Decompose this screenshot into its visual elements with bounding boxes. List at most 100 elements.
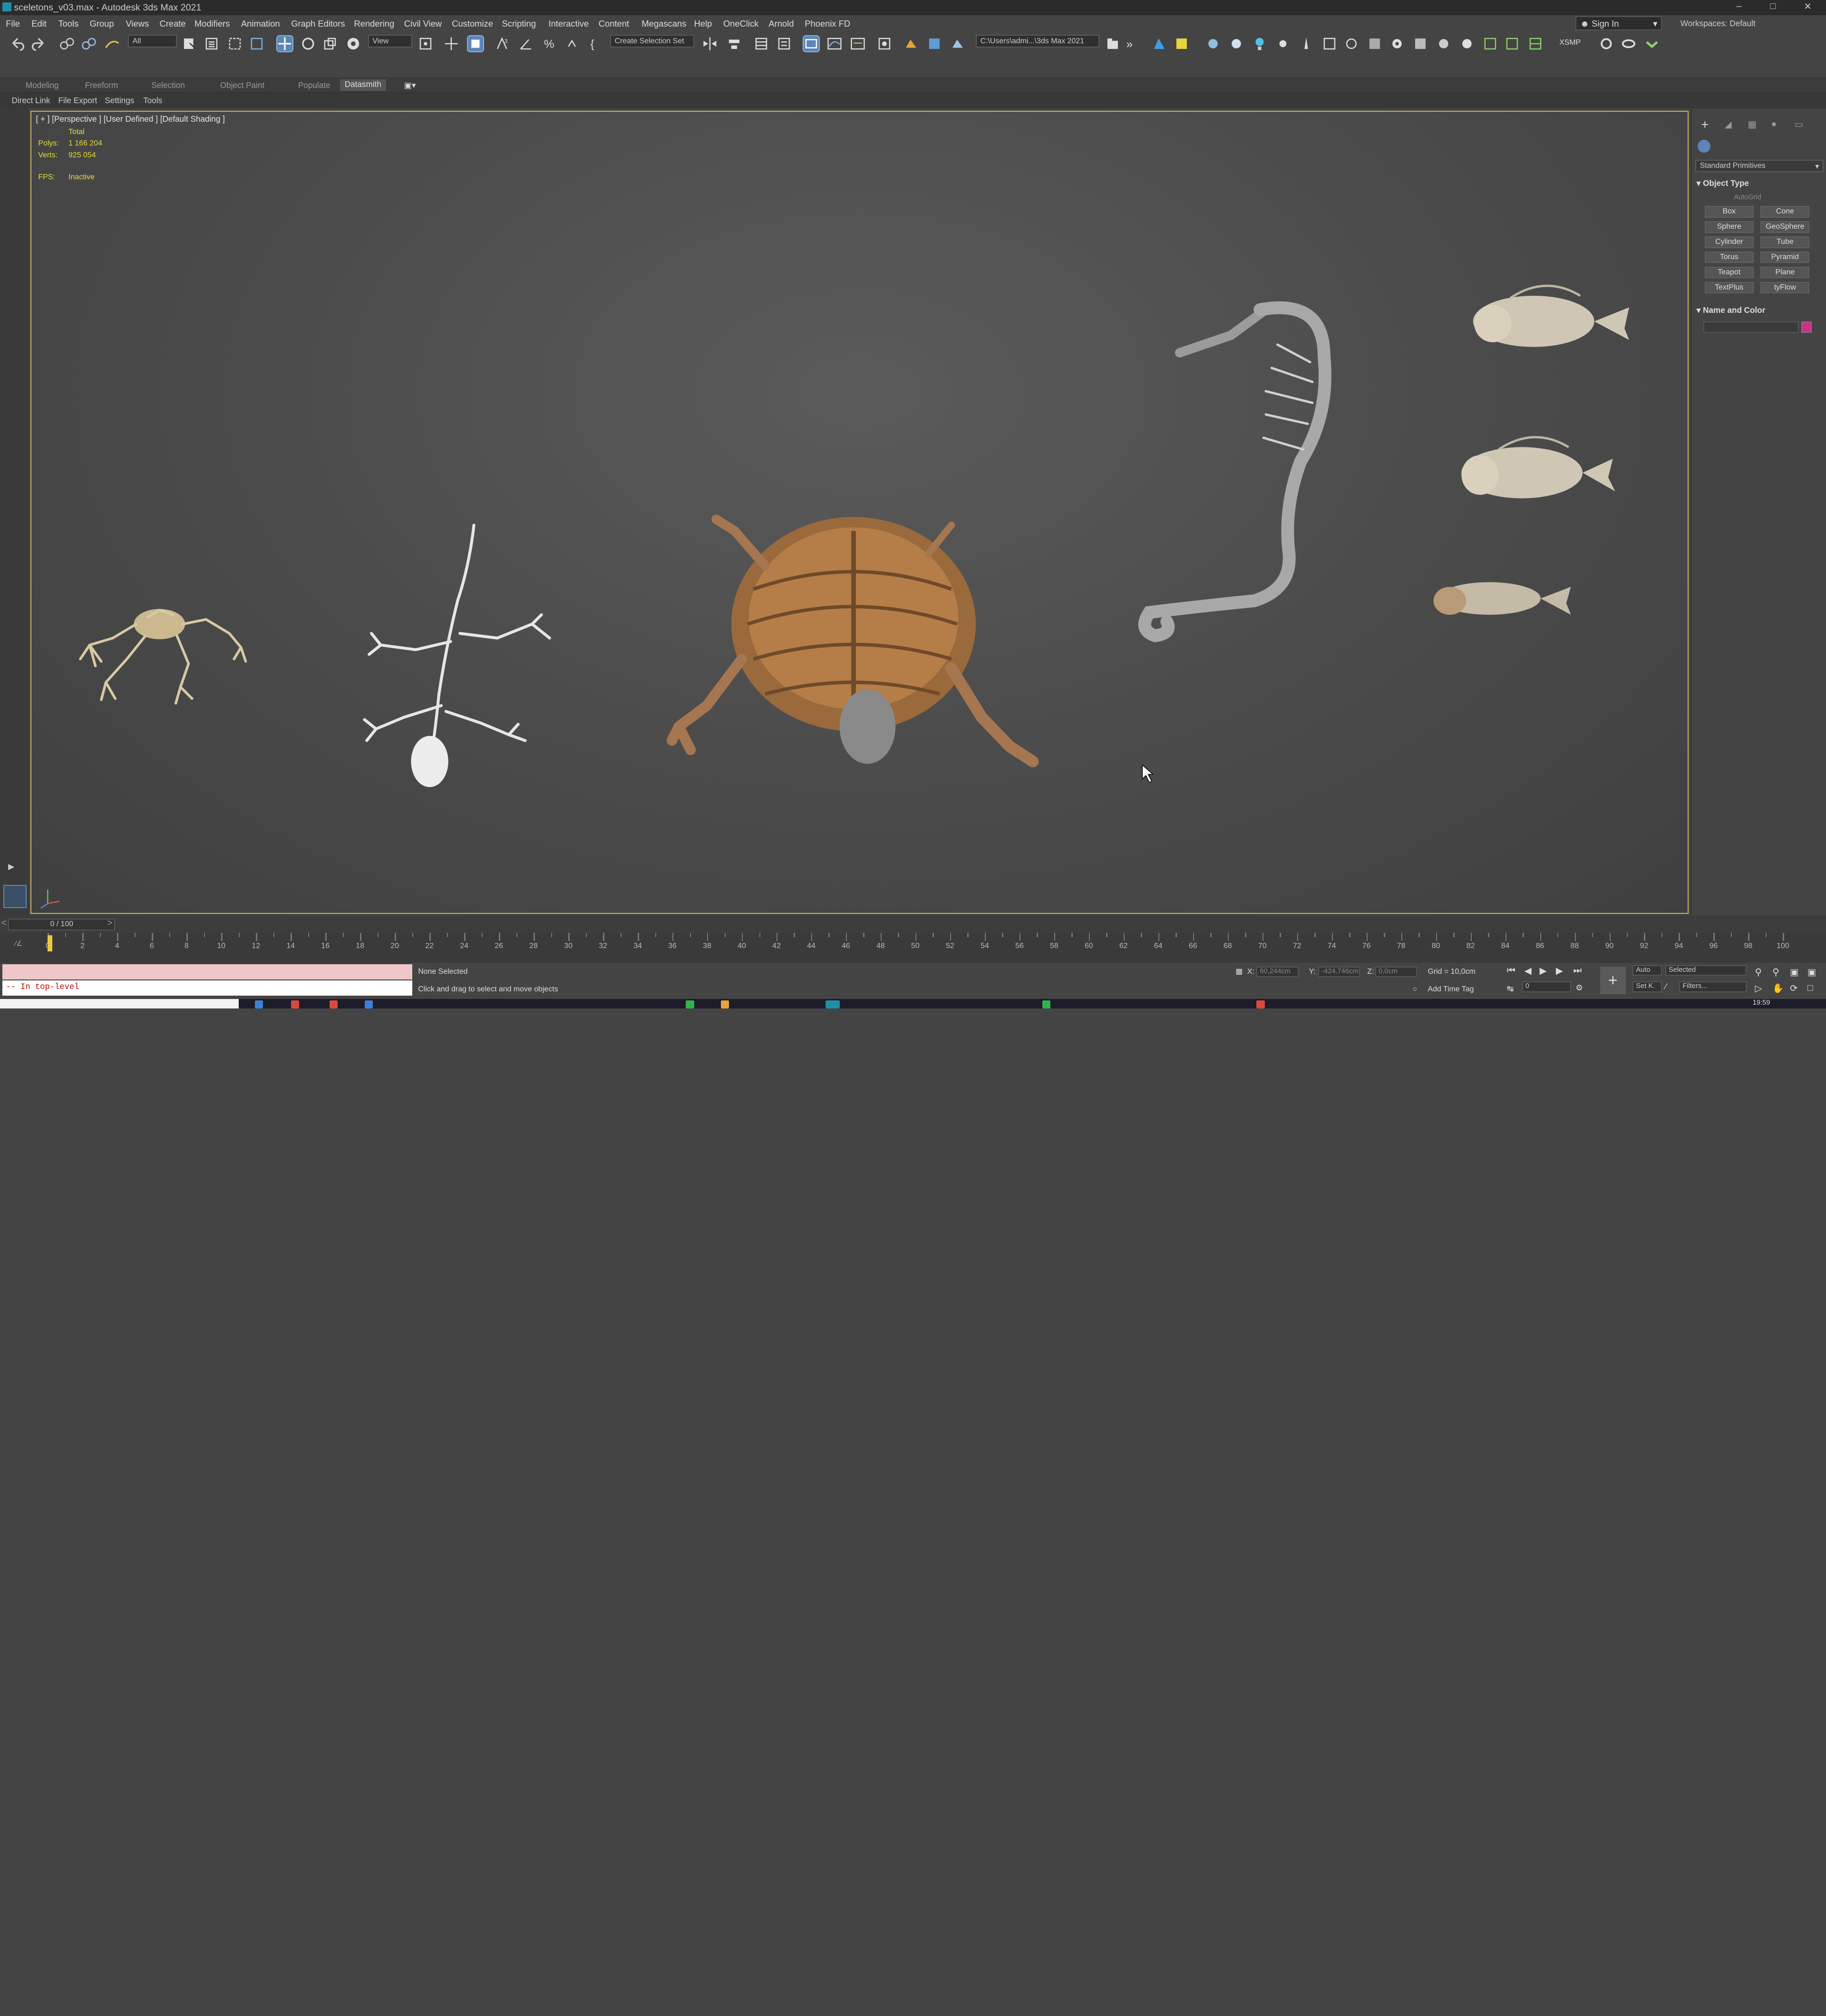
mirror-icon[interactable]: [702, 36, 718, 51]
taskbar-app-icon-5[interactable]: [686, 1000, 694, 1008]
menu-phoenix-fd[interactable]: Phoenix FD: [805, 19, 850, 29]
project-folder-dropdown[interactable]: C:\Users\admi...\3ds Max 2021: [976, 35, 1099, 48]
go-to-end-icon[interactable]: ⏭: [1573, 965, 1582, 976]
tyflow-button[interactable]: tyFlow: [1760, 281, 1810, 294]
bind-spacewarp-icon[interactable]: [105, 36, 120, 51]
curve-editor-mini-icon[interactable]: ∕∠: [15, 940, 23, 948]
plugin-icon-17[interactable]: [1644, 36, 1660, 51]
set-key-large-button[interactable]: +: [1600, 966, 1626, 995]
menu-help[interactable]: Help: [694, 19, 712, 29]
render-production-icon[interactable]: [950, 36, 965, 51]
maximize-button[interactable]: □: [1770, 1, 1776, 12]
plugin-icon-12[interactable]: [1483, 36, 1498, 51]
play-icon[interactable]: ▶: [1540, 965, 1547, 977]
menu-edit[interactable]: Edit: [31, 19, 47, 29]
menu-oneclick[interactable]: OneClick: [723, 19, 758, 29]
toggle-layer-explorer-icon[interactable]: [777, 36, 792, 51]
orbit-icon[interactable]: ⟳: [1790, 983, 1797, 994]
angle-snap-icon[interactable]: [518, 36, 534, 51]
reference-coordinate-dropdown[interactable]: View: [368, 35, 412, 48]
previous-frame-icon[interactable]: ◀: [1525, 965, 1532, 977]
plugin-icon-16[interactable]: [1621, 36, 1636, 51]
toggle-ribbon-icon[interactable]: [802, 35, 820, 52]
plugin-icon-3[interactable]: [1205, 36, 1221, 51]
taskbar-app-icon-3[interactable]: [330, 1000, 338, 1008]
display-tab-icon[interactable]: ▭: [1794, 119, 1803, 130]
select-and-move-icon[interactable]: [276, 35, 293, 52]
lizard-skeleton[interactable]: [363, 523, 551, 787]
zoom-all-icon[interactable]: ⚲: [1772, 967, 1779, 978]
undo-icon[interactable]: [10, 36, 25, 51]
percent-snap-icon[interactable]: %: [542, 36, 557, 51]
create-tab-icon[interactable]: +: [1701, 117, 1709, 132]
sign-in-dropdown[interactable]: ☻ Sign In ▾: [1575, 16, 1662, 30]
autogrid-checkbox[interactable]: AutoGrid: [1734, 194, 1761, 201]
spinner-snap-icon[interactable]: [565, 36, 580, 51]
maximize-viewport-icon[interactable]: □: [1807, 983, 1813, 994]
workspaces-dropdown[interactable]: Workspaces: Default: [1680, 19, 1756, 29]
object-category-dropdown[interactable]: Standard Primitives ▾: [1695, 159, 1824, 173]
fish-skeleton-top[interactable]: [1473, 284, 1629, 347]
motion-tab-icon[interactable]: ●: [1771, 119, 1777, 130]
select-and-rotate-icon[interactable]: [301, 36, 316, 51]
taskbar-app-icon-2[interactable]: [291, 1000, 300, 1008]
taskbar-app-icon-1[interactable]: [255, 1000, 263, 1008]
curve-editor-icon[interactable]: [827, 36, 842, 51]
geometry-category-icon[interactable]: [1698, 139, 1711, 153]
taskbar-app-icon-8[interactable]: [1256, 1000, 1265, 1008]
zoom-extents-all-icon[interactable]: ▣: [1807, 967, 1816, 978]
selection-filter-dropdown[interactable]: All: [128, 35, 177, 48]
menu-tools[interactable]: Tools: [58, 19, 78, 29]
more-tools-icon[interactable]: »: [1125, 36, 1140, 51]
subtab-direct-link[interactable]: Direct Link: [11, 96, 50, 106]
perspective-viewport[interactable]: [ + ] [Perspective ] [User Defined ] [De…: [30, 110, 1689, 914]
teapot-button[interactable]: Teapot: [1704, 266, 1754, 279]
gear-icon[interactable]: [1389, 36, 1405, 51]
tab-freeform[interactable]: Freeform: [85, 80, 118, 90]
seahorse-skeleton[interactable]: [1138, 301, 1331, 642]
plugin-icon-9[interactable]: [1413, 36, 1428, 51]
named-selection-set-dropdown[interactable]: Create Selection Set: [610, 35, 694, 48]
key-filter-dropdown[interactable]: Selected: [1665, 965, 1747, 976]
cylinder-button[interactable]: Cylinder: [1704, 236, 1754, 248]
plane-button[interactable]: Plane: [1760, 266, 1810, 279]
edit-named-selection-icon[interactable]: {: [589, 36, 604, 51]
schematic-view-icon[interactable]: [850, 36, 865, 51]
tab-object-paint[interactable]: Object Paint: [220, 80, 264, 90]
minimize-button[interactable]: –: [1736, 1, 1741, 12]
tab-modeling[interactable]: Modeling: [26, 80, 59, 90]
menu-rendering[interactable]: Rendering: [354, 19, 394, 29]
zoom-extents-icon[interactable]: ▣: [1790, 967, 1799, 978]
link-icon[interactable]: [59, 36, 75, 51]
maxscript-input[interactable]: [2, 964, 412, 979]
plugin-icon-13[interactable]: [1505, 36, 1520, 51]
taskbar-search-box[interactable]: [0, 999, 239, 1008]
menu-file[interactable]: File: [6, 19, 20, 29]
unlink-icon[interactable]: [81, 36, 97, 51]
object-name-input[interactable]: [1703, 321, 1799, 333]
rendered-frame-window-icon[interactable]: [927, 36, 942, 51]
current-frame-field[interactable]: 0: [1522, 981, 1571, 992]
modify-tab-icon[interactable]: ◢: [1725, 119, 1732, 130]
x-coord-field[interactable]: 60,244cm: [1256, 966, 1299, 977]
menu-create[interactable]: Create: [160, 19, 186, 29]
pyramid-button[interactable]: Pyramid: [1760, 251, 1810, 263]
close-button[interactable]: ✕: [1804, 1, 1812, 12]
key-filters-button[interactable]: Filters...: [1679, 981, 1747, 992]
plugin-icon-7[interactable]: [1344, 36, 1359, 51]
subtab-tools[interactable]: Tools: [143, 96, 162, 106]
tab-selection[interactable]: Selection: [151, 80, 185, 90]
align-icon[interactable]: [727, 36, 742, 51]
snaps-toggle-icon[interactable]: 3: [495, 36, 510, 51]
plugin-icon-14[interactable]: [1528, 36, 1543, 51]
hierarchy-tab-icon[interactable]: ▦: [1748, 119, 1757, 130]
subtab-settings[interactable]: Settings: [105, 96, 134, 106]
select-and-place-icon[interactable]: [346, 36, 361, 51]
fish-skeleton-middle[interactable]: [1461, 436, 1615, 498]
go-to-start-icon[interactable]: ⏮: [1507, 965, 1515, 976]
subtab-file-export[interactable]: File Export: [58, 96, 97, 106]
time-slider-prev-icon[interactable]: <: [1, 918, 6, 929]
box-button[interactable]: Box: [1704, 206, 1754, 218]
plugin-icon-8[interactable]: [1367, 36, 1382, 51]
maxscript-listener[interactable]: -- In top-level: [2, 964, 412, 997]
